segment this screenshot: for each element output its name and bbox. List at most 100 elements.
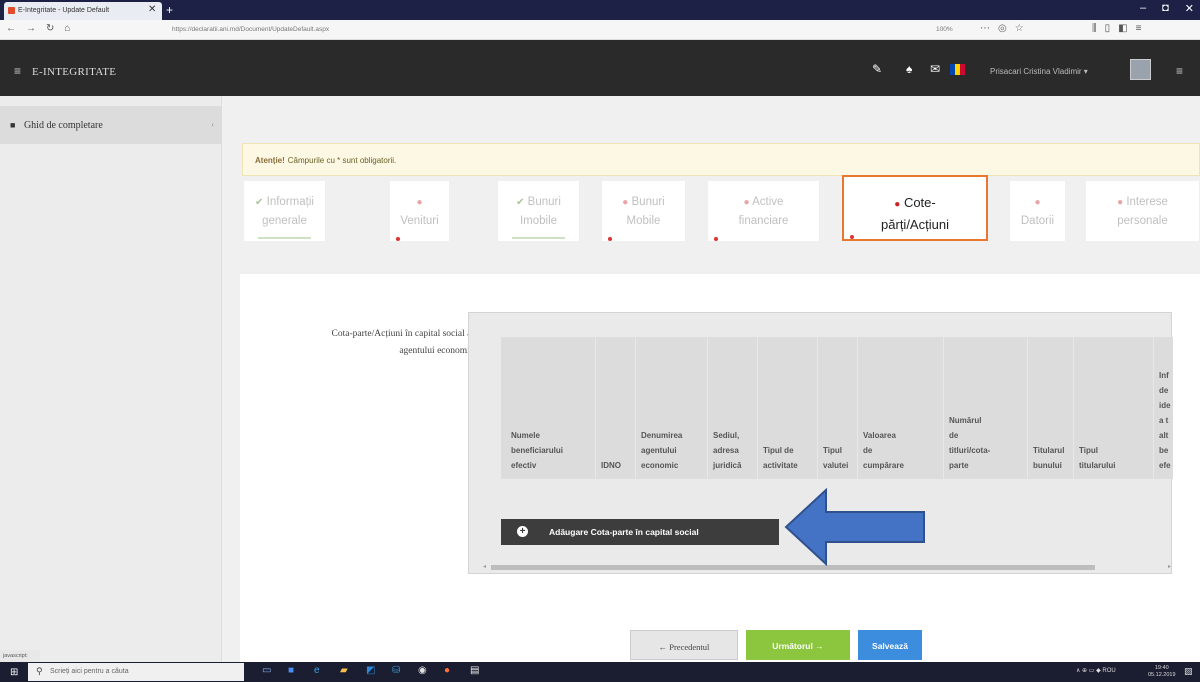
arrow-annotation-icon xyxy=(784,488,925,566)
tab-bunuri-mobile[interactable]: ● Bunuri Mobile xyxy=(602,181,686,241)
bell-icon[interactable]: ♠ xyxy=(906,62,912,76)
scroll-right-icon[interactable]: ▸ xyxy=(1168,563,1171,570)
tab-venituri[interactable]: ● Venituri xyxy=(390,181,450,241)
save-button[interactable]: Salvează xyxy=(858,630,922,660)
table-column-header: Tipul valutei xyxy=(823,443,848,473)
tab-interese-personale[interactable]: ● Interese personale xyxy=(1086,181,1200,241)
tab-label: Active xyxy=(752,196,784,208)
wrench-icon[interactable]: ✎ xyxy=(872,62,882,76)
maximize-button[interactable]: ◘ xyxy=(1162,2,1169,15)
check-circle-icon: ✔ xyxy=(516,197,525,208)
close-window-button[interactable]: ✕ xyxy=(1185,2,1194,15)
pocket-icon[interactable]: ◎ xyxy=(998,23,1007,34)
new-tab-button[interactable]: + xyxy=(166,3,173,17)
brand-logo[interactable]: E-INTEGRITATE xyxy=(32,66,116,78)
sidebar-item-label: Ghid de completare xyxy=(23,120,103,131)
user-menu[interactable]: Prisacari Cristina Vladimir ▾ xyxy=(990,67,1088,76)
sidebar: ■ Ghid de completare ‹ xyxy=(0,96,222,662)
home-icon[interactable]: ⌂ xyxy=(64,23,70,34)
column-separator xyxy=(757,337,758,479)
clock[interactable]: 19:40 05.12.2019 xyxy=(1148,665,1176,679)
tab-bunuri-imobile[interactable]: ✔ Bunuri Imobile xyxy=(498,181,580,241)
address-bar: ← → ↻ ⌂ https://declaratii.ani.md/Docume… xyxy=(0,20,1200,40)
tab-error-dot xyxy=(396,237,400,241)
file-explorer-icon[interactable]: ▰ xyxy=(340,665,352,677)
flag-stripe xyxy=(960,64,965,75)
wizard-tabs: ✔ Informații generale ● Venituri ✔ Bunur… xyxy=(244,175,1200,243)
sidebar-item-guide[interactable]: ■ Ghid de completare ‹ xyxy=(0,106,222,144)
clock-date: 05.12.2019 xyxy=(1148,672,1176,678)
previous-button[interactable]: ← Precedentul xyxy=(630,630,738,660)
envelope-icon[interactable]: ✉ xyxy=(930,62,940,76)
minimize-button[interactable]: – xyxy=(1140,2,1146,15)
sidebar-toggle-icon[interactable]: ▯ xyxy=(1105,23,1111,34)
tab-label: părți/Acțiuni xyxy=(881,217,949,232)
edge-icon[interactable]: ■ xyxy=(288,665,300,677)
task-view-icon[interactable]: ▭ xyxy=(262,665,274,677)
zoom-level[interactable]: 100% xyxy=(936,26,953,33)
calculator-icon[interactable]: ▤ xyxy=(470,665,482,677)
table-column-header: IDNO xyxy=(601,458,621,473)
column-header-line: parte xyxy=(949,461,969,470)
scroll-left-icon[interactable]: ◂ xyxy=(483,563,486,570)
alert-strong: Atenție! xyxy=(255,156,285,165)
column-separator xyxy=(1073,337,1074,479)
firefox-icon[interactable]: ● xyxy=(444,665,456,677)
tab-error-dot xyxy=(850,235,854,239)
forward-icon[interactable]: → xyxy=(26,23,36,34)
hamburger-icon[interactable]: ≡ xyxy=(14,64,21,78)
table-column-header: Sediul, adresa juridică xyxy=(713,428,741,473)
next-button[interactable]: Următorul → xyxy=(746,630,850,660)
library-icon[interactable]: ⫼ xyxy=(1092,23,1097,34)
more-icon[interactable]: ⋯ xyxy=(980,23,990,34)
bookmark-star-icon[interactable]: ☆ xyxy=(1015,23,1024,34)
menu-icon[interactable]: ≡ xyxy=(1176,64,1183,78)
column-header-line: IDNO xyxy=(601,461,621,470)
column-separator xyxy=(857,337,858,479)
column-header-line: de xyxy=(949,431,959,440)
app-icon[interactable]: ◉ xyxy=(418,665,430,677)
tab-label: financiare xyxy=(738,215,789,227)
error-circle-icon: ● xyxy=(743,197,750,208)
column-header-line: efectiv xyxy=(511,461,537,470)
column-header-line: de xyxy=(1159,386,1169,395)
close-tab-icon[interactable]: ✕ xyxy=(148,4,156,15)
notification-icon[interactable]: ▨ xyxy=(1184,666,1193,677)
avatar[interactable] xyxy=(1130,59,1151,80)
system-tray[interactable]: ∧ ⊕ ▭ ◆ ROU xyxy=(1076,667,1116,674)
app-header: ≡ E-INTEGRITATE ✎ ♠ ✉ Prisacari Cristina… xyxy=(0,40,1200,96)
table-column-header: Titularul bunului xyxy=(1033,443,1064,473)
taskbar-search-input[interactable]: ⚲ Scrieți aici pentru a căuta xyxy=(28,663,244,681)
tab-label: generale xyxy=(262,215,307,227)
menu-icon[interactable]: ≡ xyxy=(1136,23,1142,34)
tab-cote-parti-actiuni[interactable]: ● Cote- părți/Acțiuni xyxy=(842,175,988,241)
column-header-line: Numele xyxy=(511,431,540,440)
column-header-line: activitate xyxy=(763,461,798,470)
url-field[interactable]: https://declaratii.ani.md/Document/Updat… xyxy=(172,26,329,33)
ie-icon[interactable]: e xyxy=(314,665,326,677)
column-separator xyxy=(635,337,636,479)
table-column-header: Inf de ide a t alt be efe xyxy=(1159,368,1171,473)
windows-start-icon[interactable]: ⊞ xyxy=(10,667,18,678)
tab-informatii-generale[interactable]: ✔ Informații generale xyxy=(244,181,326,241)
tab-datorii[interactable]: ● Datorii xyxy=(1010,181,1066,241)
extensions-icon[interactable]: ◧ xyxy=(1118,23,1127,34)
reload-icon[interactable]: ↻ xyxy=(46,23,54,34)
check-circle-icon: ✔ xyxy=(255,197,264,208)
back-icon[interactable]: ← xyxy=(6,23,16,34)
windows-taskbar: ⊞ ⚲ Scrieți aici pentru a căuta ▭ ■ e ▰ … xyxy=(0,662,1200,682)
add-share-button[interactable]: + Adăugare Cota-parte în capital social xyxy=(501,519,779,545)
store-icon[interactable]: ⛁ xyxy=(392,665,404,677)
tab-active-financiare[interactable]: ● Active financiare xyxy=(708,181,820,241)
column-header-line: Tipul xyxy=(1079,446,1098,455)
error-circle-icon: ● xyxy=(1117,197,1124,208)
tab-label: Cote- xyxy=(903,195,936,210)
tab-error-dot xyxy=(608,237,612,241)
column-separator xyxy=(1027,337,1028,479)
tab-label: Venituri xyxy=(400,215,439,227)
browser-tab[interactable]: E-Integritate - Update Default ✕ xyxy=(4,2,162,20)
column-separator xyxy=(817,337,818,479)
outlook-icon[interactable]: ◩ xyxy=(366,665,378,677)
language-flag-icon[interactable] xyxy=(950,64,965,75)
table-column-header: Denumirea agentului economic xyxy=(641,428,682,473)
